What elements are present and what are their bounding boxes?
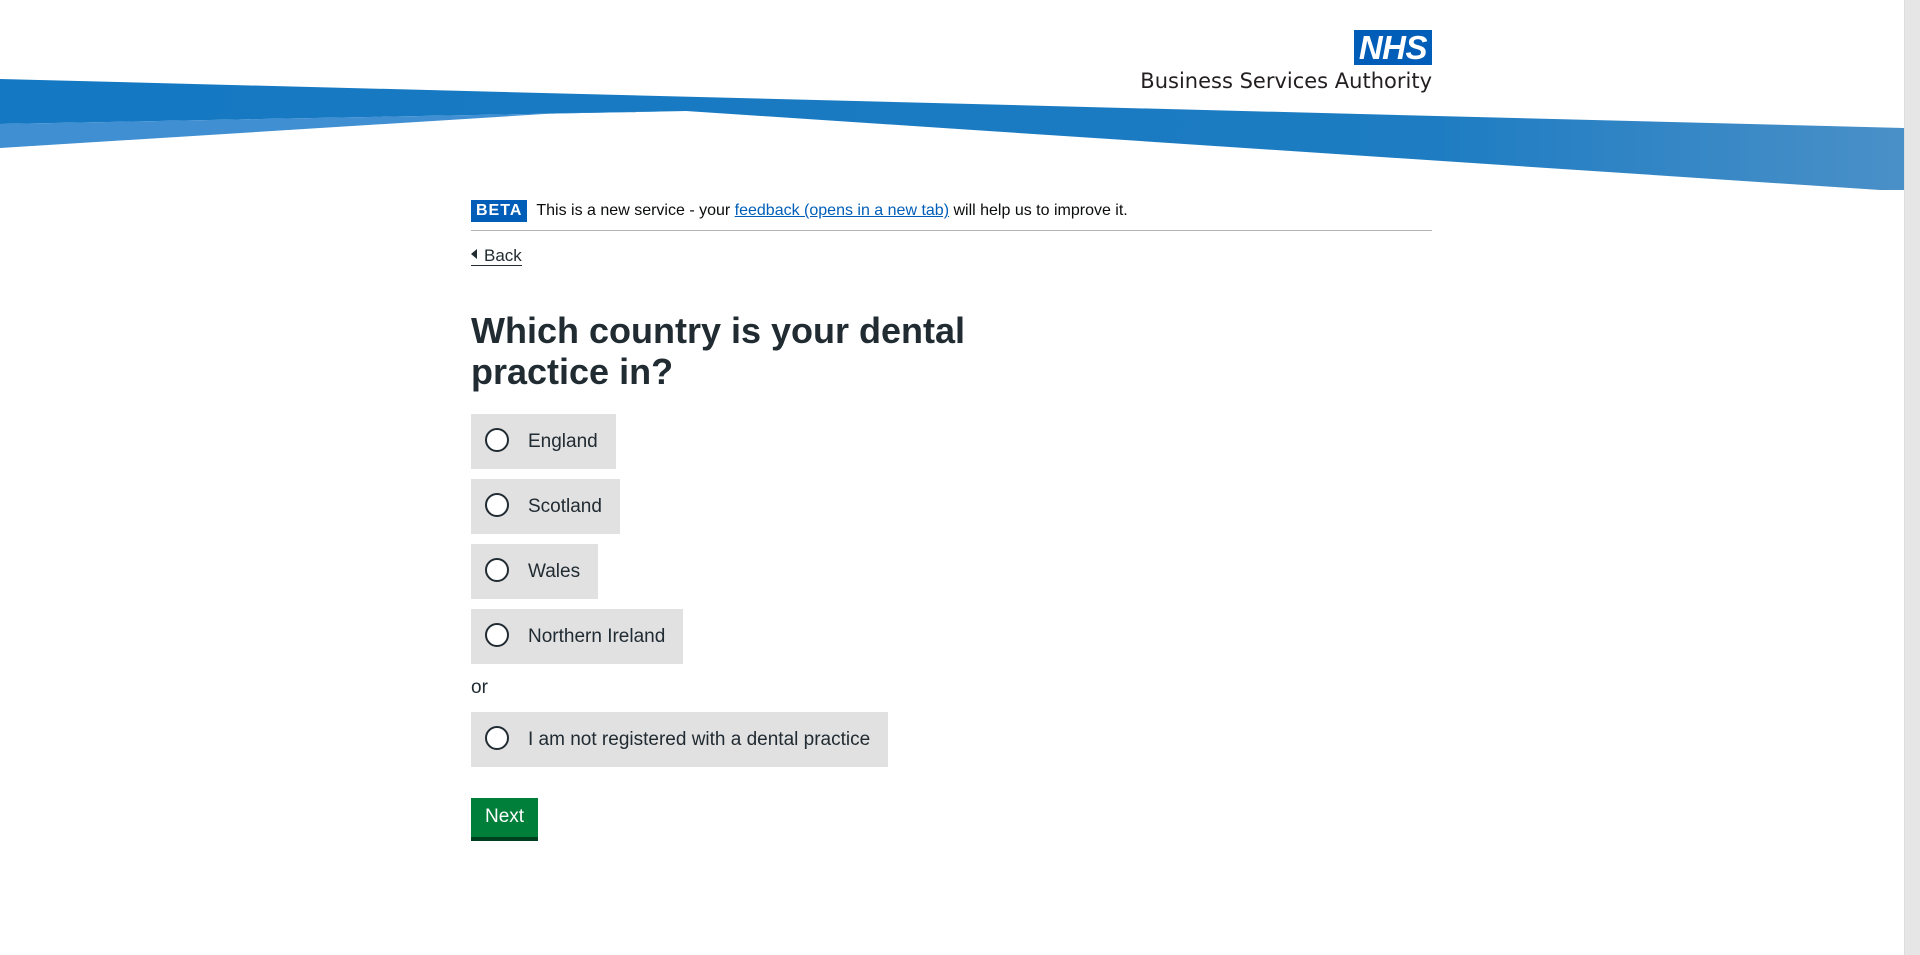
feedback-link[interactable]: feedback (opens in a new tab) — [735, 202, 949, 219]
phase-text-before: This is a new service - your — [536, 202, 735, 219]
header-wave-banner — [0, 79, 1904, 190]
radio-northern-ireland[interactable]: Northern Ireland — [471, 609, 684, 664]
phase-banner-text: This is a new service - your feedback (o… — [536, 202, 1127, 220]
beta-tag: BETA — [471, 200, 528, 222]
nhs-logo[interactable]: NHS Business Services Authority — [1129, 30, 1432, 93]
radio-label: Wales — [528, 560, 581, 582]
radio-button[interactable] — [485, 427, 509, 452]
radio-button[interactable] — [485, 725, 509, 750]
back-link[interactable]: Back — [471, 246, 522, 266]
next-button[interactable]: Next — [471, 798, 539, 837]
radio-wales[interactable]: Wales — [471, 544, 599, 599]
radio-button[interactable] — [485, 557, 509, 582]
radio-label: I am not registered with a dental practi… — [528, 728, 871, 750]
radio-label: Northern Ireland — [528, 625, 666, 647]
main-content: BETA This is a new service - your feedba… — [471, 199, 1432, 837]
radio-not-registered[interactable]: I am not registered with a dental practi… — [471, 712, 889, 767]
radio-label: Scotland — [528, 495, 602, 517]
nhs-logo-mark: NHS — [1353, 30, 1432, 65]
back-link-label: Back — [484, 246, 522, 265]
page-title: Which country is your dental practice in… — [471, 310, 966, 392]
radio-button[interactable] — [485, 492, 509, 517]
country-radio-group: England Scotland Wales Northern Ireland — [471, 414, 1432, 777]
page: NHS Business Services Authority BETA Thi… — [0, 0, 1920, 955]
radio-scotland[interactable]: Scotland — [471, 479, 620, 534]
chevron-left-icon — [471, 249, 477, 259]
phase-banner: BETA This is a new service - your feedba… — [471, 199, 1432, 231]
phase-text-after: will help us to improve it. — [949, 202, 1128, 219]
radio-label: England — [528, 430, 598, 452]
radio-button[interactable] — [485, 622, 509, 647]
scrollbar[interactable] — [1904, 0, 1920, 955]
radio-england[interactable]: England — [471, 414, 616, 469]
org-name: Business Services Authority — [1140, 69, 1432, 93]
radio-divider: or — [471, 677, 488, 698]
